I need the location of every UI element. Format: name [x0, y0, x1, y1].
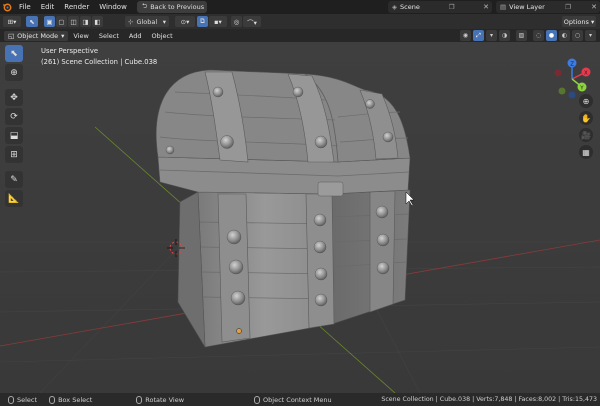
treasure-chest-model[interactable] [155, 69, 411, 348]
gizmo-toggle-icon[interactable]: ⤢ [473, 30, 484, 41]
viewport-perspective-label: User Perspective [41, 47, 99, 55]
gizmo-dropdown-icon[interactable]: ▾ [486, 30, 497, 41]
menu-render[interactable]: Render [59, 0, 94, 14]
copy-icon[interactable]: ❐ [449, 3, 455, 11]
scale-tool-icon[interactable]: ⬓ [5, 127, 23, 144]
select-box-tool-icon[interactable]: ⬉ [5, 45, 23, 62]
mode-new-icon[interactable]: ▣ [44, 16, 55, 27]
scene-selector[interactable]: ◈ Scene ❐ ✕ [388, 1, 492, 13]
visibility-icon[interactable]: ◉ [460, 30, 471, 41]
tool-settings-header: ⊞▾ ⬉ ▣ ▢ ◫ ◨ ◧ ⊹ Global ▾ ⊙▾ ⧉ ▪▾ ◎ ⌒▾ O… [0, 14, 600, 29]
menu-file[interactable]: File [14, 0, 36, 14]
mode-intersect-icon[interactable]: ◧ [92, 16, 103, 27]
select-tool-icon[interactable]: ⬉ [26, 16, 38, 27]
overlays-icon[interactable]: ◑ [499, 30, 510, 41]
zoom-icon[interactable]: ⊕ [579, 94, 593, 108]
transform-tool-icon[interactable]: ⊞ [5, 146, 23, 163]
proportional-edit-icon[interactable]: ◎ [231, 16, 242, 27]
status-box-select-label: Box Select [58, 395, 93, 404]
object-origin-icon [236, 328, 242, 334]
gizmo-z-label: Z [570, 62, 574, 68]
measure-tool-icon[interactable]: 📐 [5, 190, 23, 207]
left-toolbar: ⬉ ⊕ ✥ ⟳ ⬓ ⊞ ✎ 📐 [5, 45, 23, 207]
view-layer-selector[interactable]: ▤ View Layer ❐ ✕ [496, 1, 600, 13]
mouse-left-icon [8, 395, 14, 404]
object-mode-dropdown[interactable]: ◱ Object Mode ▾ [4, 30, 69, 41]
scene-name: Scene [400, 3, 420, 11]
orientation-label: Global [136, 17, 158, 26]
viewport-header-right: ◉ ⤢ ▾ ◑ ▨ ◌ ● ◐ ○ ▾ [460, 30, 596, 41]
editor-type-icon[interactable]: ⊞▾ [3, 16, 21, 27]
mode-extend-icon[interactable]: ▢ [56, 16, 67, 27]
view-layer-name: View Layer [509, 3, 545, 11]
menu-window[interactable]: Window [94, 0, 132, 14]
chevron-down-icon: ▾ [162, 17, 166, 26]
move-tool-icon[interactable]: ✥ [5, 89, 23, 106]
status-select: Select [8, 395, 38, 404]
falloff-icon[interactable]: ⌒▾ [243, 16, 261, 27]
gizmo-x-label: X [584, 71, 588, 77]
pan-hand-icon[interactable]: ✋ [579, 111, 593, 125]
status-select-label: Select [17, 395, 38, 404]
options-dropdown[interactable]: Options ▾ [562, 16, 596, 27]
annotate-tool-icon[interactable]: ✎ [5, 171, 23, 188]
viewport-collection-label: (261) Scene Collection | Cube.038 [41, 58, 158, 66]
status-context-menu: Object Context Menu [254, 395, 332, 404]
chevron-down-icon: ▾ [61, 31, 65, 40]
status-box-select: Box Select [49, 395, 93, 404]
rendered-shading-icon[interactable]: ○ [572, 30, 583, 41]
status-bar: Select Box Select Rotate View Object Con… [0, 393, 600, 406]
status-rotate-view: Rotate View [136, 395, 185, 404]
back-to-previous-button[interactable]: ⮌ Back to Previous [137, 1, 207, 13]
object-mode-icon: ◱ [8, 31, 15, 40]
viewport-header: ◱ Object Mode ▾ View Select Add Object ◉… [0, 29, 600, 42]
viewport-menu-view[interactable]: View [68, 32, 93, 40]
mode-subtract-icon[interactable]: ◫ [68, 16, 79, 27]
cursor-tool-icon[interactable]: ⊕ [5, 64, 23, 81]
pivot-point-icon[interactable]: ⊙▾ [175, 16, 195, 27]
transform-orientation-dropdown[interactable]: ⊹ Global ▾ [125, 16, 169, 27]
chevron-down-icon: ▾ [590, 17, 595, 26]
status-rotate-view-label: Rotate View [145, 395, 185, 404]
solid-shading-icon[interactable]: ● [546, 30, 557, 41]
scene-statistics: Scene Collection | Cube.038 | Verts:7,84… [381, 396, 597, 403]
gizmo-y-label: Y [579, 86, 584, 92]
top-menu-bar: File Edit Render Window Help ⮌ Back to P… [0, 0, 600, 14]
ortho-grid-icon[interactable]: ▦ [579, 145, 593, 159]
mode-invert-icon[interactable]: ◨ [80, 16, 91, 27]
snap-target-icon[interactable]: ▪▾ [209, 16, 227, 27]
menu-edit[interactable]: Edit [36, 0, 60, 14]
blender-logo-icon[interactable] [0, 0, 14, 14]
viewport-menu-select[interactable]: Select [94, 32, 124, 40]
close-icon[interactable]: ✕ [483, 3, 489, 11]
back-to-previous-label: Back to Previous [150, 3, 205, 11]
viewport-navigation-controls: ⊕ ✋ 🎥 ▦ [579, 94, 593, 159]
object-mode-label: Object Mode [17, 31, 59, 40]
shading-options-icon[interactable]: ▾ [585, 30, 596, 41]
close-icon[interactable]: ✕ [591, 3, 597, 11]
camera-view-icon[interactable]: 🎥 [579, 128, 593, 142]
rotate-tool-icon[interactable]: ⟳ [5, 108, 23, 125]
status-context-menu-label: Object Context Menu [263, 395, 332, 404]
wireframe-shading-icon[interactable]: ◌ [533, 30, 544, 41]
mouse-right-icon [254, 395, 261, 404]
xray-icon[interactable]: ▨ [516, 30, 527, 41]
scene-icon: ◈ [392, 3, 397, 11]
mouse-drag-icon [49, 395, 56, 404]
material-shading-icon[interactable]: ◐ [559, 30, 570, 41]
layers-icon: ▤ [500, 3, 507, 11]
options-label: Options [563, 17, 589, 26]
3d-viewport[interactable]: User Perspective (261) Scene Collection … [0, 42, 600, 393]
copy-icon[interactable]: ❐ [565, 3, 571, 11]
mouse-middle-icon [136, 395, 143, 404]
viewport-menu-object[interactable]: Object [146, 32, 177, 40]
snap-icon[interactable]: ⧉ [197, 16, 208, 27]
viewport-menu-add[interactable]: Add [124, 32, 147, 40]
orientation-icon: ⊹ [128, 17, 134, 26]
viewport-canvas[interactable] [0, 42, 600, 393]
back-icon: ⮌ [142, 1, 148, 10]
